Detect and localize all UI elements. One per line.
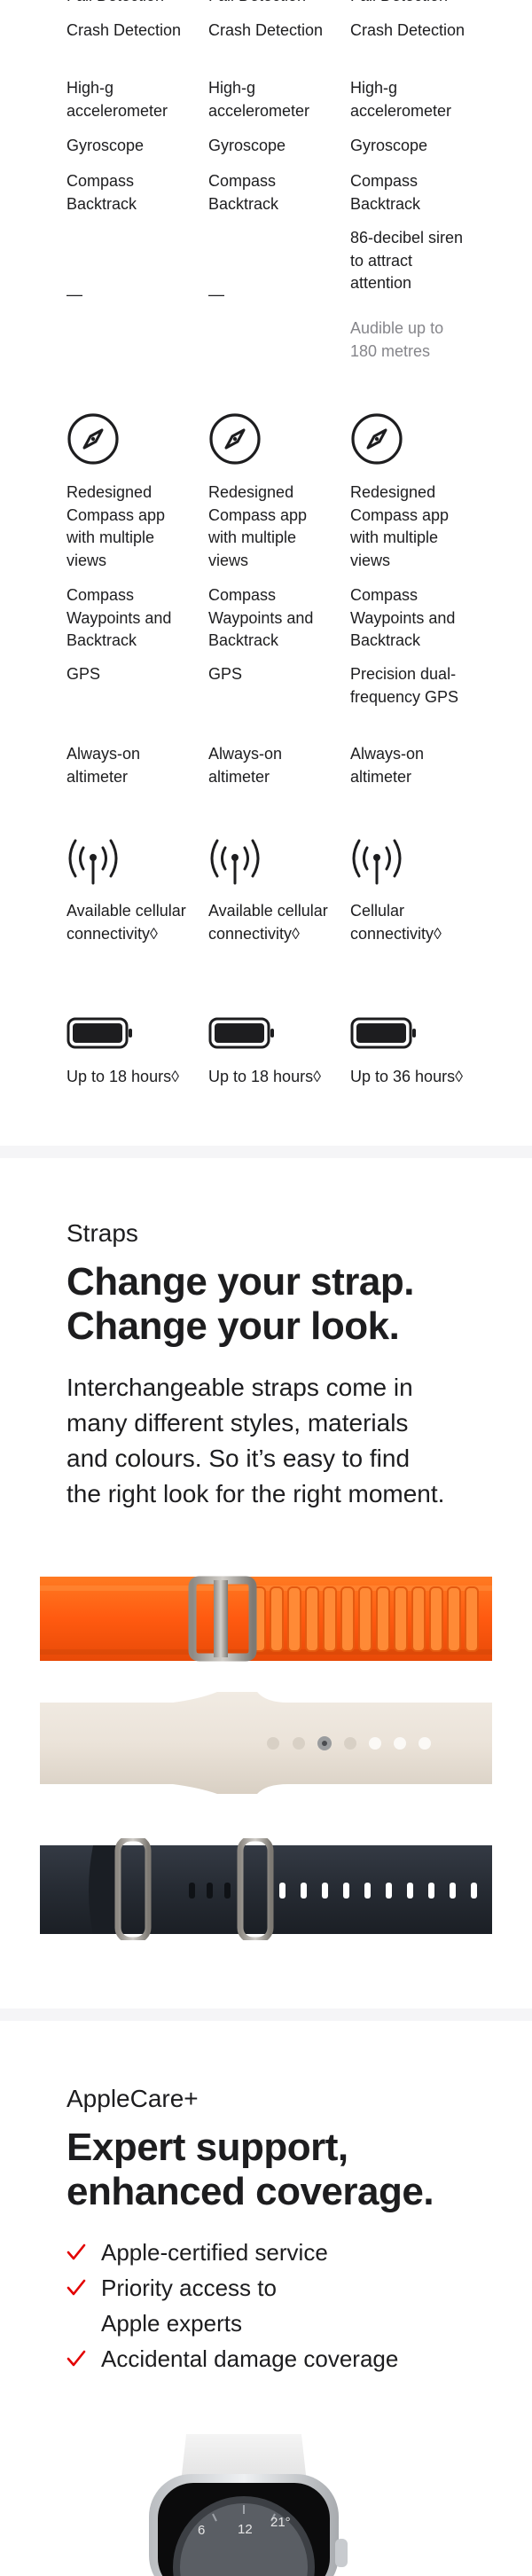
spec-siren-audible: Audible up to 180 metres	[350, 319, 444, 360]
spec-compass-app: Redesigned Compass app with multiple vie…	[66, 483, 166, 569]
battery-icon	[350, 1017, 416, 1049]
spec-compass-backtrack: Compass Backtrack	[350, 172, 421, 213]
spec-waypoints: Compass Waypoints and Backtrack	[350, 586, 456, 649]
straps-eyebrow: Straps	[66, 1219, 138, 1247]
section-divider	[0, 2008, 532, 2021]
straps-copy-line-4: the right look for the right moment.	[66, 1480, 445, 1507]
feature-label: Priority access to	[101, 2275, 277, 2301]
spec-siren: —	[66, 286, 82, 303]
straps-copy-line-2: many different styles, materials	[66, 1409, 409, 1437]
spec-gps: GPS	[208, 665, 243, 683]
spec-compass-app: Redesigned Compass app with multiple vie…	[350, 483, 450, 569]
checkmark-icon	[66, 2350, 86, 2367]
spec-gps: GPS	[66, 665, 101, 683]
straps-headline-line-1: Change your strap.	[66, 1260, 414, 1304]
applecare-headline-line-1: Expert support,	[66, 2126, 348, 2169]
straps-headline-line-2: Change your look.	[66, 1304, 400, 1348]
cellular-antenna-icon	[352, 839, 402, 885]
spec-altimeter: Always-on altimeter	[350, 745, 425, 786]
spec-compass-backtrack: Compass Backtrack	[208, 172, 279, 213]
applecare-eyebrow: AppleCare+	[66, 2085, 199, 2112]
spec-crash-detection: Crash Detection	[350, 21, 466, 39]
spec-gps: Precision dual-frequency GPS	[350, 665, 459, 706]
watch-number-12: 12	[238, 2522, 253, 2537]
spec-connectivity: Available cellular connectivity◊	[208, 902, 328, 943]
checkmark-icon	[66, 2243, 86, 2260]
compass-icon	[351, 413, 403, 465]
compass-icon	[209, 413, 261, 465]
battery-icon	[208, 1017, 274, 1049]
spec-fall-detection: Fall Detection	[350, 0, 474, 8]
spec-gyroscope: Gyroscope	[66, 137, 145, 154]
spec-waypoints: Compass Waypoints and Backtrack	[208, 586, 314, 649]
comparison-section: Fall Detection Crash Detection High-g ac…	[0, 0, 532, 1144]
spec-high-g-accelerometer: High-g accelerometer	[350, 79, 452, 120]
compass-icon	[67, 413, 119, 465]
spec-high-g-accelerometer: High-g accelerometer	[66, 79, 168, 120]
spec-connectivity: Available cellular connectivity◊	[66, 902, 186, 943]
checkmark-icon	[66, 2279, 86, 2296]
applecare-headline-line-2: enhanced coverage.	[66, 2170, 434, 2213]
spec-gyroscope: Gyroscope	[208, 137, 286, 154]
spec-altimeter: Always-on altimeter	[208, 745, 283, 786]
strap-image-alpine-loop-orange	[40, 1576, 492, 1662]
spec-fall-detection: Fall Detection	[208, 0, 332, 8]
spec-connectivity: Cellular connectivity◊	[350, 902, 442, 943]
cellular-antenna-icon	[210, 839, 260, 885]
strap-image-ocean-band-midnight	[40, 1838, 492, 1940]
spec-waypoints: Compass Waypoints and Backtrack	[66, 586, 172, 649]
spec-fall-detection: Fall Detection	[66, 0, 191, 8]
spec-siren: —	[208, 286, 224, 303]
feature-label: Accidental damage coverage	[101, 2345, 399, 2372]
watch-number-6: 6	[198, 2523, 205, 2538]
spec-high-g-accelerometer: High-g accelerometer	[208, 79, 310, 120]
section-divider	[0, 1146, 532, 1158]
spec-altimeter: Always-on altimeter	[66, 745, 141, 786]
straps-copy-line-3: and colours. So it’s easy to find	[66, 1445, 411, 1472]
spec-battery: Up to 36 hours◊	[350, 1068, 463, 1085]
spec-siren: 86-decibel siren to attract attention	[350, 229, 464, 292]
straps-copy-line-1: Interchangeable straps come in	[66, 1374, 413, 1401]
spec-crash-detection: Crash Detection	[208, 21, 324, 39]
spec-gyroscope: Gyroscope	[350, 137, 428, 154]
apple-watch-image: 6 12 21°	[149, 2434, 348, 2576]
spec-battery: Up to 18 hours◊	[208, 1068, 321, 1085]
feature-label: Apple-certified service	[101, 2239, 328, 2266]
battery-icon	[66, 1017, 132, 1049]
feature-label-continued: Apple experts	[101, 2310, 242, 2337]
strap-image-sport-band-starlight	[40, 1692, 492, 1794]
spec-compass-app: Redesigned Compass app with multiple vie…	[208, 483, 308, 569]
cellular-antenna-icon	[68, 839, 118, 885]
spec-crash-detection: Crash Detection	[66, 21, 182, 39]
spec-battery: Up to 18 hours◊	[66, 1068, 179, 1085]
watch-temperature: 21°	[270, 2515, 291, 2530]
spec-compass-backtrack: Compass Backtrack	[66, 172, 137, 213]
